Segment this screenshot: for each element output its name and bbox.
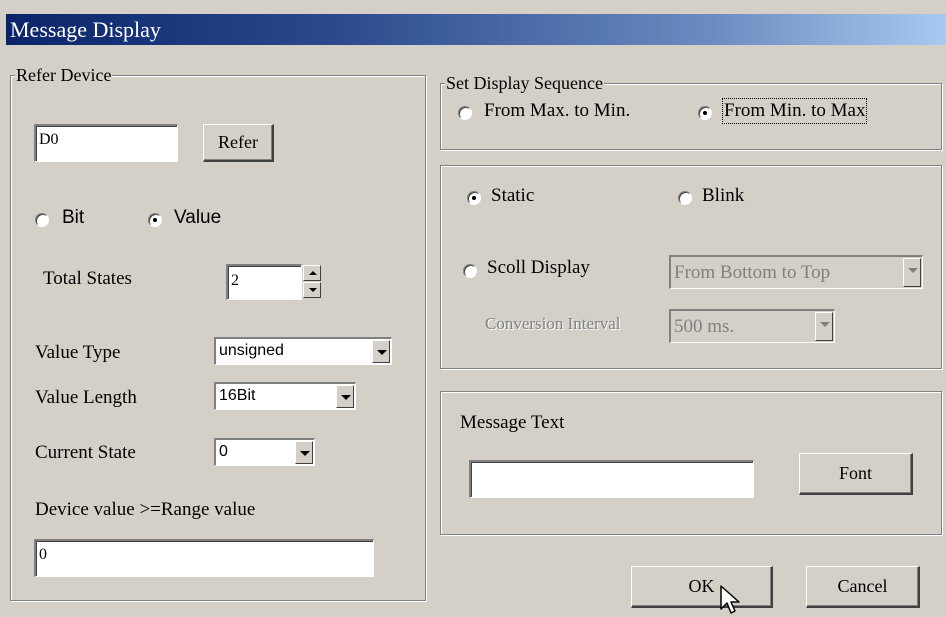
chevron-down-icon[interactable] [336, 385, 354, 408]
conversion-interval-value: 500 ms. [674, 316, 735, 337]
mouse-pointer-icon [720, 585, 740, 614]
scroll-display-radio[interactable] [463, 264, 477, 278]
conversion-interval-select[interactable]: 500 ms. [669, 309, 835, 343]
total-states-label: Total States [43, 268, 132, 289]
max-to-min-radio[interactable] [458, 106, 472, 120]
total-states-input[interactable]: 2 [226, 264, 302, 300]
value-type-select[interactable]: unsigned [214, 337, 392, 365]
value-length-select[interactable]: 16Bit [214, 382, 356, 410]
value-radio-label[interactable]: Value [174, 207, 221, 229]
conversion-interval-label: Conversion Interval [485, 314, 621, 333]
bit-radio-label[interactable]: Bit [62, 207, 84, 229]
range-value-input[interactable]: 0 [34, 539, 374, 577]
min-to-max-label[interactable]: From Min. to Max [721, 98, 868, 124]
spin-down-icon[interactable] [303, 282, 321, 298]
bit-radio[interactable] [35, 213, 49, 227]
value-radio[interactable] [148, 213, 162, 227]
device-input[interactable]: D0 [34, 124, 178, 162]
value-length-value: 16Bit [219, 387, 256, 404]
display-sequence-legend: Set Display Sequence [445, 73, 604, 93]
value-length-label: Value Length [35, 387, 137, 408]
blink-label[interactable]: Blink [702, 185, 744, 207]
message-display-dialog: Message Display Refer Device D0 Refer Bi… [0, 0, 946, 617]
refer-button[interactable]: Refer [203, 124, 274, 162]
chevron-down-icon[interactable] [372, 340, 390, 363]
total-states-spinner[interactable] [303, 265, 321, 299]
scroll-direction-value: From Bottom to Top [674, 262, 831, 283]
current-state-label: Current State [35, 442, 136, 463]
window-title: Message Display [6, 14, 946, 45]
chevron-down-icon[interactable] [815, 312, 833, 341]
max-to-min-label[interactable]: From Max. to Min. [484, 100, 630, 122]
static-label[interactable]: Static [491, 185, 534, 207]
value-type-value: unsigned [219, 342, 284, 359]
scroll-display-label[interactable]: Scoll Display [487, 257, 590, 279]
message-text-label: Message Text [460, 412, 565, 433]
chevron-down-icon[interactable] [295, 441, 313, 464]
spin-up-icon[interactable] [303, 265, 321, 281]
chevron-down-icon[interactable] [903, 258, 921, 287]
min-to-max-radio[interactable] [698, 106, 712, 120]
current-state-value: 0 [219, 443, 228, 460]
refer-device-legend: Refer Device [15, 65, 113, 85]
blink-radio[interactable] [678, 191, 692, 205]
ok-button[interactable]: OK [631, 566, 773, 608]
cancel-button[interactable]: Cancel [806, 566, 920, 608]
font-button[interactable]: Font [799, 453, 913, 495]
range-label: Device value >=Range value [35, 499, 256, 520]
value-type-label: Value Type [35, 342, 121, 363]
scroll-direction-select[interactable]: From Bottom to Top [669, 255, 923, 289]
current-state-select[interactable]: 0 [214, 438, 315, 466]
message-text-input[interactable] [469, 460, 754, 498]
static-radio[interactable] [467, 191, 481, 205]
